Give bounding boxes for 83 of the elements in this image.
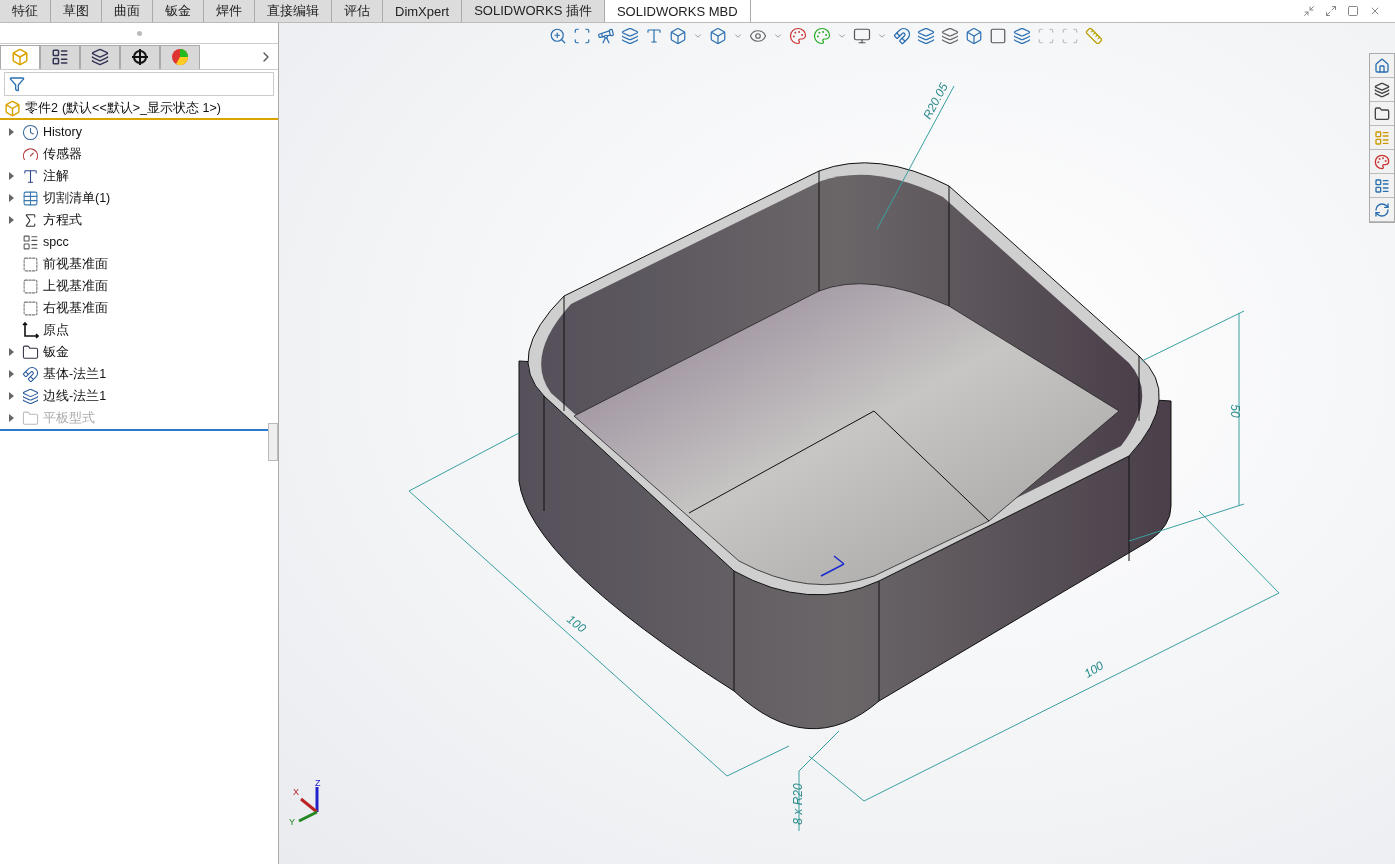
tree-item[interactable]: 方程式	[43, 211, 82, 229]
feature-tree-icon	[11, 48, 29, 66]
panel-splitter-handle[interactable]	[268, 423, 278, 461]
list-icon	[1374, 177, 1390, 194]
telescope-icon[interactable]	[597, 27, 615, 45]
box-icon[interactable]	[965, 27, 983, 45]
folder-button[interactable]	[1370, 102, 1394, 126]
monitor-icon[interactable]	[853, 27, 871, 45]
close-icon[interactable]	[1369, 5, 1381, 17]
crosshair-icon	[131, 48, 149, 66]
origin-arrows-icon	[820, 555, 845, 577]
tree-item[interactable]: 原点	[43, 321, 69, 339]
command-tab[interactable]: 草图	[51, 0, 102, 22]
part-icon	[4, 99, 21, 117]
sheet-metal-folder-icon	[22, 343, 39, 361]
part-config: (默认<<默认>_显示状态 1>)	[61, 99, 221, 117]
command-tab[interactable]: 钣金	[153, 0, 204, 22]
home-button[interactable]	[1370, 54, 1394, 78]
expand-arrow-icon[interactable]	[8, 172, 14, 180]
measure-icon[interactable]	[1085, 27, 1103, 45]
edit-appearance-icon[interactable]	[789, 27, 807, 45]
zoom-fit-icon[interactable]	[549, 27, 567, 45]
tree-item[interactable]: spcc	[43, 235, 69, 249]
tree-item[interactable]: 基体-法兰1	[43, 365, 107, 383]
tree-item[interactable]: 传感器	[43, 145, 82, 163]
expand-arrow-icon[interactable]	[8, 392, 14, 400]
filter-field[interactable]	[4, 72, 274, 96]
scene-icon[interactable]	[813, 27, 831, 45]
expand-arrow-icon[interactable]	[8, 128, 14, 136]
plane-icon	[22, 277, 39, 295]
annotation-icon[interactable]	[645, 27, 663, 45]
collapse-icon[interactable]	[1303, 5, 1315, 17]
panel-tab[interactable]	[80, 44, 120, 69]
expand-arrow-icon[interactable]	[8, 348, 14, 356]
command-tab[interactable]: 特征	[0, 0, 51, 22]
library-button[interactable]	[1370, 78, 1394, 102]
tree-item[interactable]: History	[43, 125, 82, 139]
origin-icon	[22, 321, 39, 339]
zoom-area-icon[interactable]	[573, 27, 591, 45]
folder-icon	[1374, 105, 1390, 122]
command-tab[interactable]: 曲面	[102, 0, 153, 22]
panel-tab[interactable]	[120, 44, 160, 69]
command-tab[interactable]: DimXpert	[383, 0, 463, 22]
dimension-label[interactable]: 100	[564, 612, 589, 636]
dimension-label[interactable]: 50	[1228, 404, 1242, 418]
property-list-icon	[51, 48, 69, 66]
command-tab[interactable]: 焊件	[204, 0, 255, 22]
filter-icon	[9, 76, 25, 92]
axis-triad-drawing: Z X Y	[287, 777, 327, 827]
restore-icon[interactable]	[1347, 5, 1359, 17]
plane-icon	[22, 299, 39, 317]
expand-arrow-icon[interactable]	[8, 370, 14, 378]
command-tab[interactable]: 评估	[332, 0, 383, 22]
home-icon	[1374, 57, 1390, 74]
table-icon	[22, 189, 39, 207]
refresh-button[interactable]	[1370, 198, 1394, 222]
appearance-button[interactable]	[1370, 150, 1394, 174]
dimension-label[interactable]: 8 x R20	[791, 783, 805, 825]
command-tab[interactable]: SOLIDWORKS 插件	[462, 0, 605, 22]
expand-icon[interactable]	[1325, 5, 1337, 17]
tree-item[interactable]: 切割清单(1)	[43, 189, 111, 207]
tree-item[interactable]: 右视基准面	[43, 299, 108, 317]
view-cube-icon[interactable]	[669, 27, 687, 45]
palette-icon	[1374, 153, 1390, 170]
expand-arrow-icon[interactable]	[8, 216, 14, 224]
properties-button[interactable]	[1370, 174, 1394, 198]
layout-icon	[1374, 129, 1390, 146]
tree-item[interactable]: 注解	[43, 167, 69, 185]
part-name: 零件2	[25, 99, 58, 117]
panel-tab[interactable]	[40, 44, 80, 69]
color-wheel-icon	[171, 48, 189, 66]
grip-dot-icon[interactable]	[136, 30, 142, 36]
command-tab[interactable]: 直接编辑	[255, 0, 332, 22]
dimension-label[interactable]: 100	[1081, 658, 1107, 681]
tree-item[interactable]: 上视基准面	[43, 277, 108, 295]
plane-icon	[22, 255, 39, 273]
eye-icon[interactable]	[749, 27, 767, 45]
expand-arrow-icon[interactable]	[8, 194, 14, 202]
tree-item[interactable]: 边线-法兰1	[43, 387, 107, 405]
tree-item[interactable]: 前视基准面	[43, 255, 108, 273]
layers-icon	[1374, 81, 1390, 98]
tree-item[interactable]: 钣金	[43, 343, 69, 361]
refresh-icon	[1374, 201, 1390, 218]
